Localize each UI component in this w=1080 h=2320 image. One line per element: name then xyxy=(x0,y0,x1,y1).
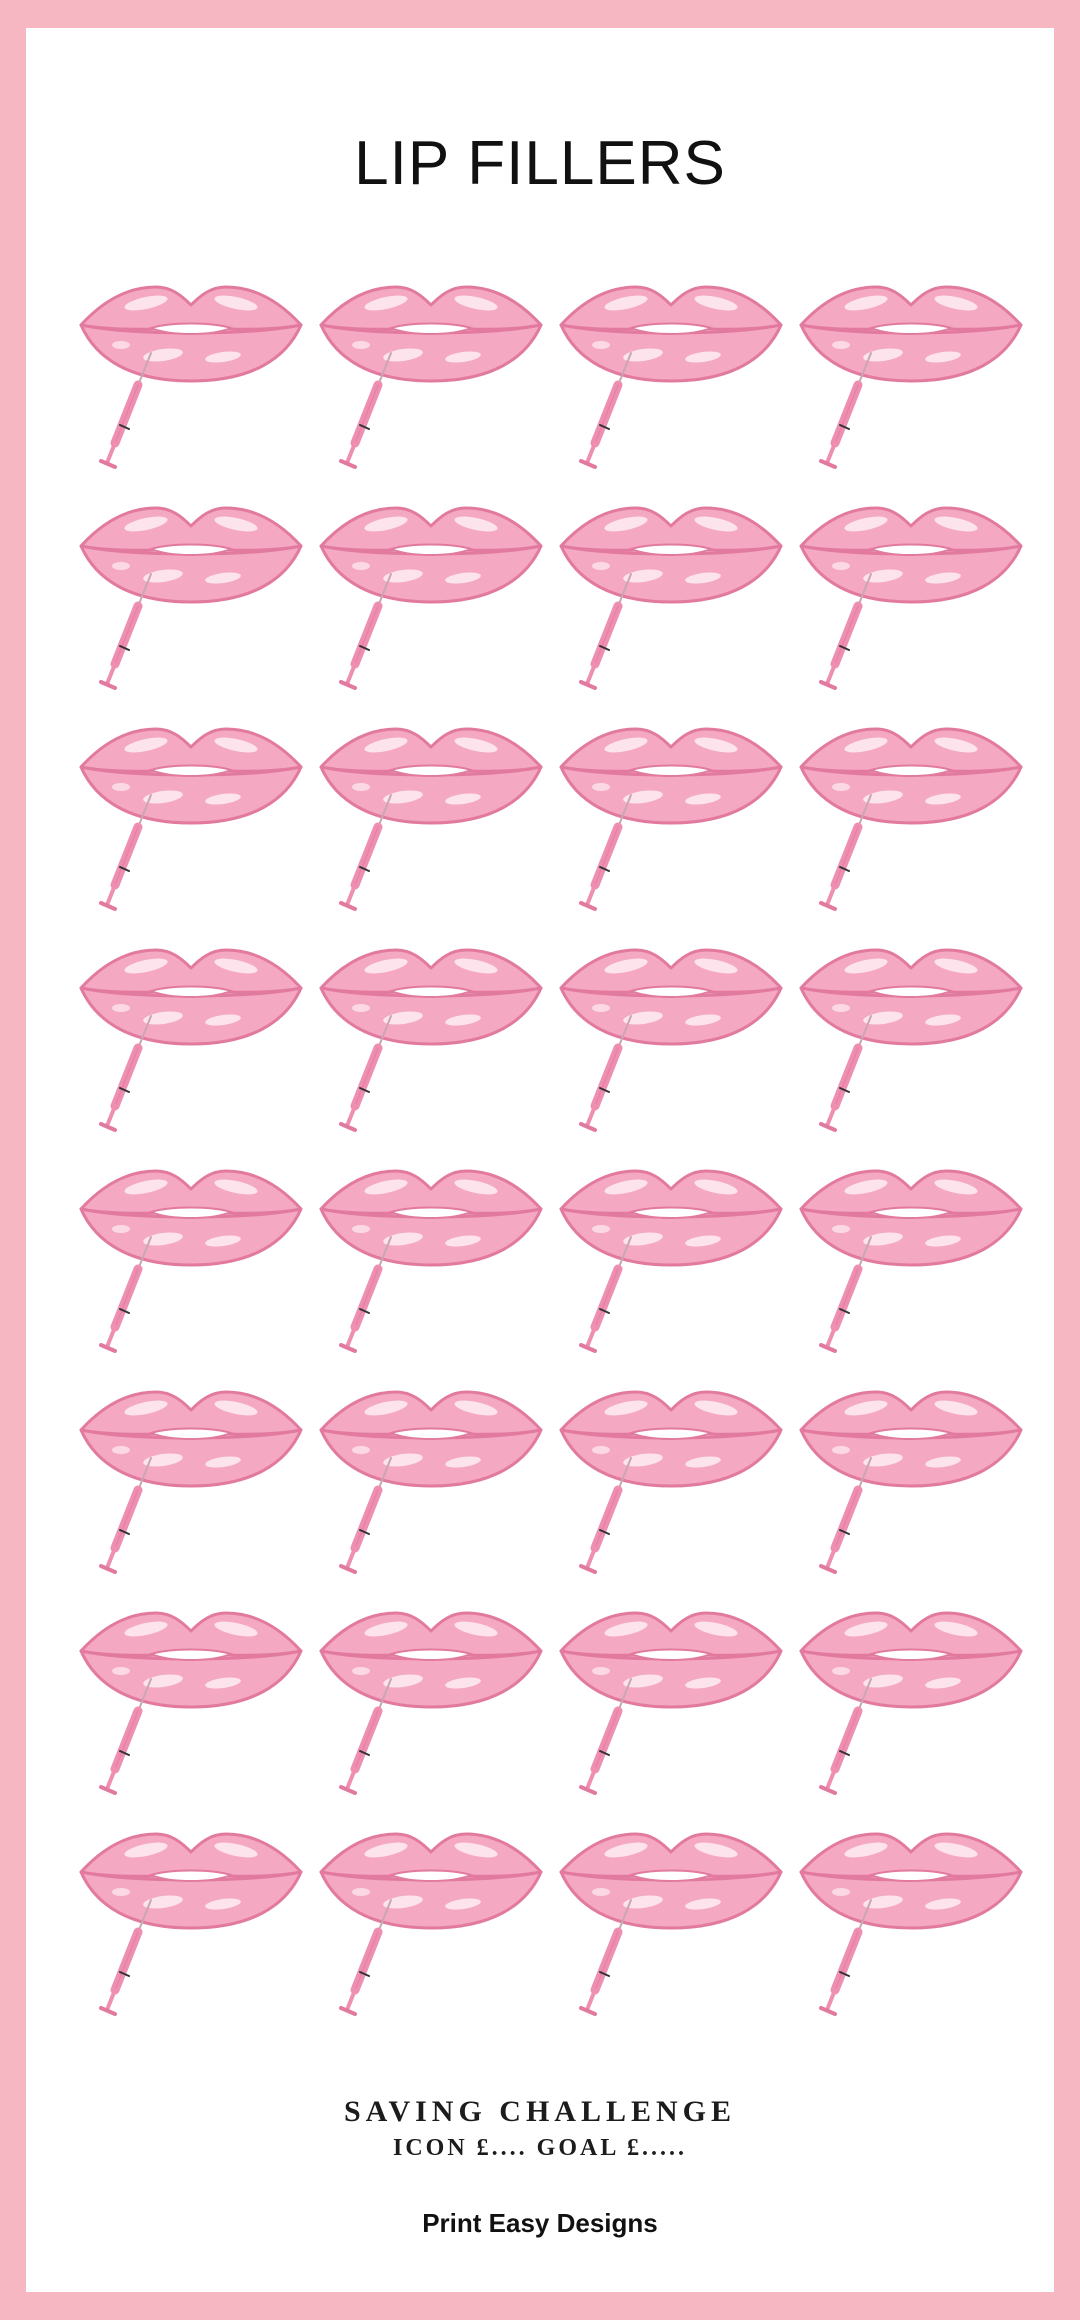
lips-syringe-icon xyxy=(71,1378,311,1599)
lips-syringe-icon xyxy=(551,273,791,494)
lips-syringe-icon xyxy=(791,273,1031,494)
lips-syringe-icon xyxy=(311,1820,551,2041)
lips-syringe-icon xyxy=(311,1378,551,1599)
lips-syringe-icon xyxy=(551,715,791,936)
lips-syringe-icon xyxy=(551,494,791,715)
lips-syringe-icon xyxy=(311,1157,551,1378)
lips-syringe-icon xyxy=(311,273,551,494)
lips-syringe-icon xyxy=(311,494,551,715)
lips-syringe-icon xyxy=(71,273,311,494)
lips-syringe-icon xyxy=(71,494,311,715)
lips-syringe-icon xyxy=(71,1599,311,1820)
lips-syringe-icon xyxy=(71,1820,311,2041)
lips-syringe-icon xyxy=(791,1820,1031,2041)
lips-syringe-icon xyxy=(551,1820,791,2041)
lips-syringe-icon xyxy=(791,494,1031,715)
lips-syringe-icon xyxy=(551,1378,791,1599)
lips-syringe-icon xyxy=(791,936,1031,1157)
lips-syringe-icon xyxy=(551,1157,791,1378)
page-title: LIP FILLERS xyxy=(354,129,726,198)
page-border: LIP FILLERS SAVING CHALLENGE ICON £.... … xyxy=(0,0,1080,2320)
lips-syringe-icon xyxy=(791,1157,1031,1378)
lips-syringe-icon xyxy=(71,715,311,936)
lips-syringe-icon xyxy=(311,936,551,1157)
lips-syringe-icon xyxy=(311,715,551,936)
brand-name: Print Easy Designs xyxy=(422,2208,658,2238)
lips-syringe-icon xyxy=(791,715,1031,936)
lips-syringe-icon xyxy=(551,936,791,1157)
lips-syringe-icon xyxy=(791,1378,1031,1599)
lips-syringe-icon xyxy=(791,1599,1031,1820)
challenge-fields: ICON £.... GOAL £..... xyxy=(392,2135,688,2161)
sheet-content: LIP FILLERS SAVING CHALLENGE ICON £.... … xyxy=(26,28,1054,2292)
icon-grid xyxy=(71,273,1031,2041)
lips-syringe-icon xyxy=(551,1599,791,1820)
challenge-heading: SAVING CHALLENGE xyxy=(343,2095,737,2128)
lips-syringe-icon xyxy=(311,1599,551,1820)
lips-syringe-icon xyxy=(71,936,311,1157)
lips-syringe-icon xyxy=(71,1157,311,1378)
